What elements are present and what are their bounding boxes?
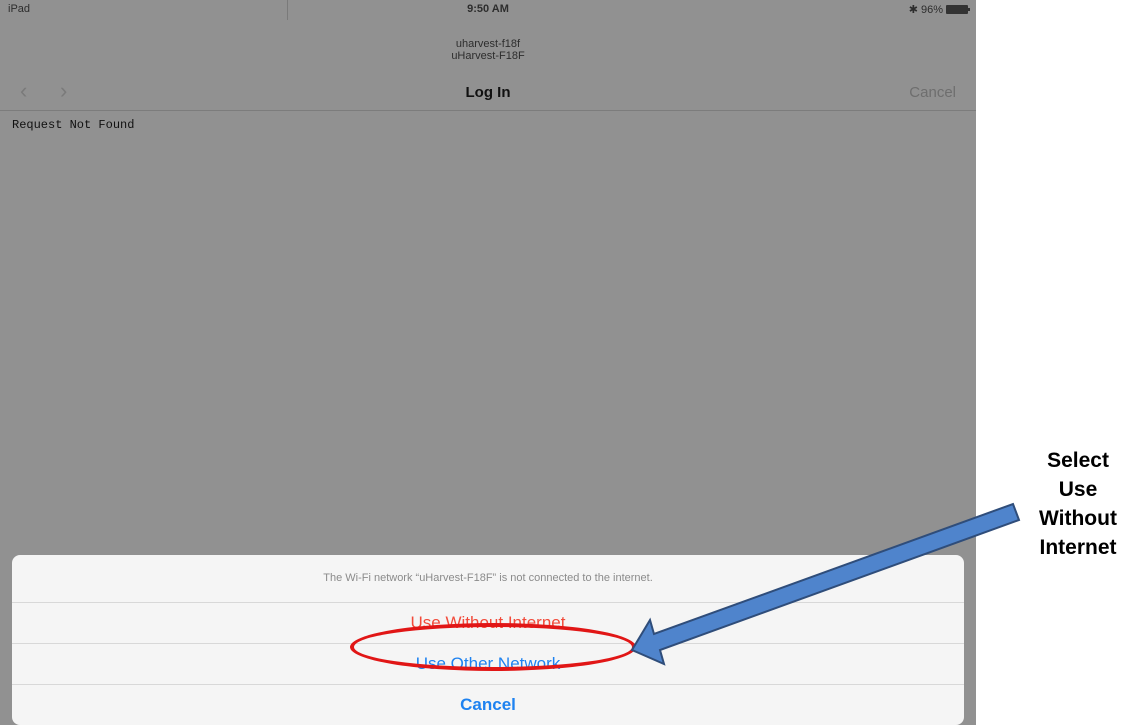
annotation-line-2: Use — [1058, 478, 1098, 501]
annotation-line-4: Internet — [1039, 536, 1117, 559]
annotation-line-3: Without — [1039, 507, 1117, 530]
annotation-text: Select Use Without Internet — [1023, 446, 1133, 562]
arrow-shape — [630, 502, 1021, 666]
annotation-line-1: Select — [1047, 449, 1109, 472]
pointer-arrow — [630, 502, 1021, 666]
